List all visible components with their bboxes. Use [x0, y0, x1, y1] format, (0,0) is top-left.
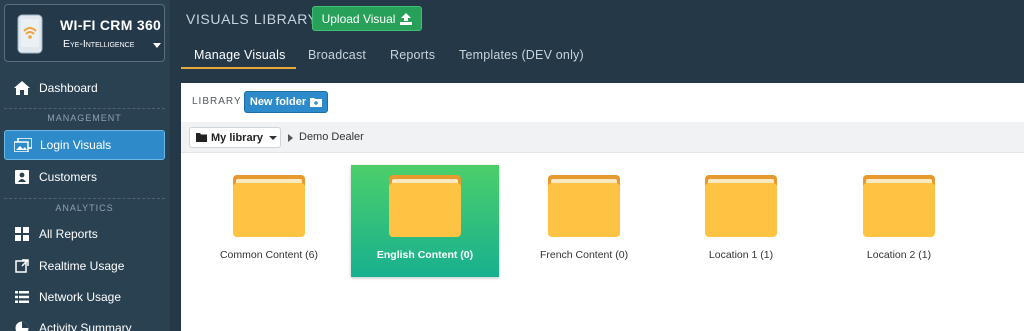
sidebar-item-all-reports[interactable]: All Reports: [4, 219, 165, 249]
active-tab-indicator: [181, 67, 296, 69]
sidebar-item-label: All Reports: [39, 227, 98, 241]
brand-title: WI-FI CRM 360: [60, 17, 162, 33]
folder-label: French Content (0): [539, 249, 629, 261]
list-icon: [13, 289, 31, 305]
sidebar-item-network-usage[interactable]: Network Usage: [4, 282, 165, 312]
chevron-right-icon: [288, 134, 293, 142]
sidebar: WI-FI CRM 360 Eye-Intelligence Dashboard…: [0, 0, 170, 331]
folder-item[interactable]: Location 2 (1): [825, 165, 973, 277]
folder-item-selected[interactable]: English Content (0): [351, 165, 499, 277]
tab-reports[interactable]: Reports: [390, 48, 435, 62]
folder-plus-icon: [310, 98, 323, 107]
folder-label: Location 2 (1): [866, 249, 932, 261]
home-icon: [13, 80, 31, 96]
new-folder-label: New folder: [249, 96, 307, 108]
library-root-dropdown[interactable]: My library: [189, 127, 281, 148]
sidebar-item-label: Realtime Usage: [39, 259, 125, 273]
sidebar-item-label: Login Visuals: [40, 138, 112, 152]
folder-icon: [705, 175, 777, 237]
pie-icon: [13, 320, 31, 331]
folder-icon: [548, 175, 620, 237]
sidebar-item-dashboard[interactable]: Dashboard: [4, 73, 165, 103]
upload-visual-button[interactable]: Upload Visual: [312, 6, 422, 31]
tab-broadcast[interactable]: Broadcast: [308, 48, 366, 62]
external-doc-icon: [13, 258, 31, 274]
folder-icon: [863, 175, 935, 237]
folder-item[interactable]: Location 1 (1): [667, 165, 815, 277]
sidebar-item-label: Dashboard: [39, 81, 98, 95]
chevron-down-icon: [268, 135, 277, 140]
folder-label: Common Content (6): [219, 249, 319, 261]
tab-manage-visuals[interactable]: Manage Visuals: [194, 48, 286, 62]
brand-selector[interactable]: WI-FI CRM 360 Eye-Intelligence: [4, 4, 165, 62]
breadcrumb-root-label: My library: [211, 131, 263, 144]
sidebar-item-realtime-usage[interactable]: Realtime Usage: [4, 251, 165, 281]
folder-label: English Content (0): [376, 249, 474, 261]
page-title: VISUALS LIBRARY: [186, 11, 318, 27]
folder-item[interactable]: Common Content (6): [195, 165, 343, 277]
upload-icon: [400, 12, 413, 25]
folder-icon: [389, 175, 461, 237]
brand-subtitle: Eye-Intelligence: [63, 38, 135, 50]
breadcrumb-current: Demo Dealer: [299, 131, 364, 143]
tab-templates[interactable]: Templates (DEV only): [459, 48, 584, 62]
folder-label: Location 1 (1): [708, 249, 774, 261]
section-management: MANAGEMENT: [4, 108, 165, 123]
upload-visual-label: Upload Visual: [321, 11, 396, 26]
sidebar-item-label: Customers: [39, 170, 98, 184]
phone-wifi-icon: [17, 14, 43, 54]
images-icon: [14, 137, 32, 153]
sidebar-item-label: Activity Summary: [39, 321, 132, 331]
sidebar-item-customers[interactable]: Customers: [4, 162, 165, 192]
breadcrumb: My library Demo Dealer: [181, 122, 1024, 153]
folder-icon: [196, 133, 207, 142]
sidebar-item-label: Network Usage: [39, 290, 122, 304]
folder-item[interactable]: French Content (0): [510, 165, 658, 277]
library-panel: LIBRARY New folder My library Demo Deale…: [181, 83, 1024, 331]
sidebar-item-login-visuals[interactable]: Login Visuals: [4, 130, 165, 160]
section-analytics: ANALYTICS: [4, 198, 165, 213]
folder-icon: [233, 175, 305, 237]
contact-card-icon: [13, 169, 31, 185]
library-label: LIBRARY: [192, 96, 242, 107]
sidebar-item-activity-summary[interactable]: Activity Summary: [4, 313, 165, 331]
chevron-down-icon: [153, 43, 161, 48]
new-folder-button[interactable]: New folder: [244, 91, 328, 113]
grid-icon: [13, 226, 31, 242]
